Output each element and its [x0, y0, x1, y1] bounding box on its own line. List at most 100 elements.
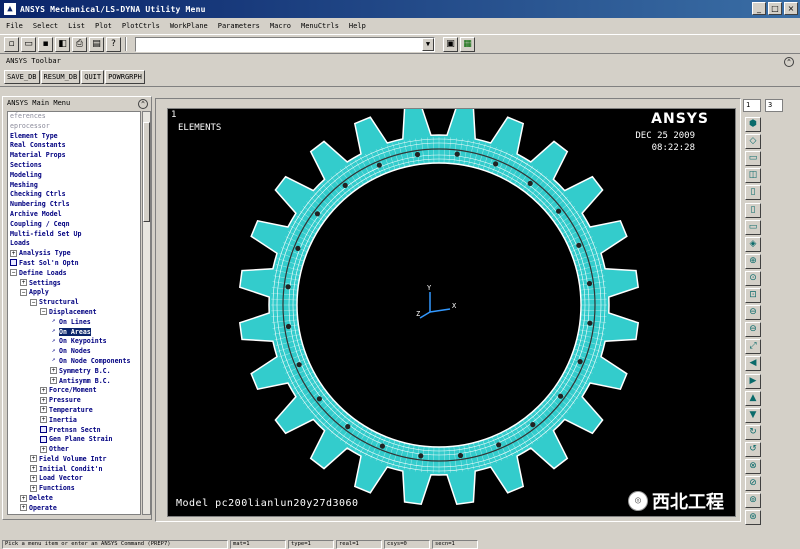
scrollbar-thumb[interactable] [143, 122, 150, 222]
tree-item[interactable]: Fast Sol'n Optn [8, 259, 140, 269]
tree-item[interactable]: − Apply [8, 288, 140, 298]
bottom-view-icon[interactable]: ▭ [745, 219, 761, 235]
expand-icon[interactable]: + [40, 386, 47, 394]
tree-item[interactable]: + Field Volume Intr [8, 455, 140, 465]
main-menu-collapse-icon[interactable]: ⌃ [138, 99, 148, 109]
collapse-icon[interactable]: − [30, 298, 37, 306]
tree-item[interactable]: ↗ On Node Components [8, 357, 140, 367]
tree-item[interactable]: Pretnsn Sectn [8, 426, 140, 436]
reset-picking-icon[interactable]: ▦ [460, 36, 475, 52]
tree-item[interactable]: + Symmetry B.C. [8, 367, 140, 377]
command-history-dropdown-icon[interactable]: ▼ [422, 37, 434, 51]
tree-item[interactable]: + Pressure [8, 396, 140, 406]
close-button[interactable]: × [784, 2, 798, 15]
tree-item[interactable]: + Initial Condit'n [8, 465, 140, 475]
tree-item[interactable]: + Delete [8, 494, 140, 504]
front-view-icon[interactable]: ◇ [745, 134, 761, 150]
menu-list[interactable]: List [68, 22, 85, 30]
tree-item[interactable]: Modeling [8, 171, 140, 181]
tree-item[interactable]: Element Type [8, 132, 140, 142]
tree-item[interactable]: + Antisymm B.C. [8, 377, 140, 387]
resum-db-button[interactable]: RESUM_DB [40, 70, 81, 84]
expand-icon[interactable]: + [50, 367, 57, 375]
powrgrph-button[interactable]: POWRGRPH [105, 70, 145, 84]
tree-item[interactable]: Archive Model [8, 210, 140, 220]
fit-icon[interactable]: ⤢ [745, 339, 761, 355]
tree-item[interactable]: + Other [8, 445, 140, 455]
tree-item[interactable]: Numbering Ctrls [8, 200, 140, 210]
view-select[interactable]: 3 [765, 99, 783, 112]
tree-item[interactable]: ↗ On Lines [8, 318, 140, 328]
report-icon[interactable]: ▤ [89, 36, 104, 52]
save-db-icon[interactable]: ◧ [55, 36, 70, 52]
tree-item[interactable]: Checking Ctrls [8, 190, 140, 200]
pan-down-icon[interactable]: ▼ [745, 407, 761, 423]
window-select[interactable]: 1 [743, 99, 761, 112]
new-file-icon[interactable]: ▫ [4, 36, 19, 52]
maximize-button[interactable]: □ [768, 2, 782, 15]
tree-item[interactable]: + Settings [8, 279, 140, 289]
rotate-x-icon[interactable]: ⊗ [745, 459, 761, 474]
graphics-window[interactable]: 1 ELEMENTS ANSYS DEC 25 2009 08:22:28 Mo… [167, 108, 736, 517]
save-db-button[interactable]: SAVE_DB [4, 70, 40, 84]
zoom-in-icon[interactable]: ⊕ [745, 253, 761, 269]
open-file-icon[interactable]: ▭ [21, 36, 36, 52]
menu-plotctrls[interactable]: PlotCtrls [122, 22, 160, 30]
pan-right-icon[interactable]: ▶ [745, 373, 761, 389]
rotate-y-icon[interactable]: ⊘ [745, 476, 761, 492]
tree-item[interactable]: ↗ On Nodes [8, 347, 140, 357]
box-zoom-icon[interactable]: ⊡ [745, 288, 761, 303]
menu-file[interactable]: File [6, 22, 23, 30]
tree-item[interactable]: Material Props [8, 151, 140, 161]
collapse-icon[interactable]: − [40, 308, 47, 316]
menu-macro[interactable]: Macro [270, 22, 291, 30]
right-view-icon[interactable]: ▯ [745, 185, 761, 201]
tree-item[interactable]: − Structural [8, 298, 140, 308]
expand-icon[interactable]: + [50, 377, 57, 385]
minimize-button[interactable]: _ [752, 2, 766, 15]
expand-icon[interactable]: + [40, 445, 47, 453]
top-view-icon[interactable]: ▭ [745, 151, 761, 167]
zoom-out-icon[interactable]: ⊖ [745, 322, 761, 338]
tree-item[interactable]: + Load Vector [8, 474, 140, 484]
raise-hidden-icon[interactable]: ▣ [443, 36, 458, 52]
ansys-toolbar-collapse-icon[interactable]: ⌃ [784, 57, 794, 67]
menu-workplane[interactable]: WorkPlane [170, 22, 208, 30]
quit-button[interactable]: QUIT [81, 70, 105, 84]
help-icon[interactable]: ? [106, 36, 121, 52]
rotate-ccw-icon[interactable]: ↺ [745, 441, 761, 457]
dynamic-mode-icon[interactable]: ⊛ [745, 510, 761, 526]
expand-icon[interactable]: + [10, 249, 17, 257]
pan-left-icon[interactable]: ◀ [745, 356, 761, 372]
expand-icon[interactable]: + [30, 455, 37, 463]
pan-up-icon[interactable]: ▲ [745, 390, 761, 406]
tree-item[interactable]: eprocessor [8, 122, 140, 132]
expand-icon[interactable]: + [30, 465, 37, 473]
tree-item[interactable]: ↗ On Keypoints [8, 337, 140, 347]
menu-menuctrls[interactable]: MenuCtrls [301, 22, 339, 30]
tree-item[interactable]: Sections [8, 161, 140, 171]
tree-item[interactable]: + Analysis Type [8, 249, 140, 259]
tree-item[interactable]: + Functions [8, 484, 140, 494]
rotate-z-icon[interactable]: ⊚ [745, 493, 761, 509]
tree-item[interactable]: Gen Plane Strain [8, 435, 140, 445]
back-view-icon[interactable]: ◫ [745, 168, 761, 184]
command-input[interactable]: ▼ [135, 36, 435, 52]
expand-icon[interactable]: + [40, 406, 47, 414]
rotate-cw-icon[interactable]: ↻ [745, 424, 761, 440]
tree-item[interactable]: + Operate [8, 504, 140, 514]
left-view-icon[interactable]: ▯ [745, 202, 761, 218]
ansys-app-icon[interactable]: ▲ [4, 3, 16, 15]
collapse-icon[interactable]: − [20, 288, 27, 296]
tree-item[interactable]: Multi-field Set Up [8, 230, 140, 240]
tree-item[interactable]: + Force/Moment [8, 386, 140, 396]
tree-item[interactable]: Coupling / Ceqn [8, 220, 140, 230]
tree-item[interactable]: + Temperature [8, 406, 140, 416]
tree-item[interactable]: eferences [8, 112, 140, 122]
tree-item[interactable]: − Displacement [8, 308, 140, 318]
tree-item[interactable]: Loads [8, 239, 140, 249]
tree-item[interactable]: Meshing [8, 181, 140, 191]
collapse-icon[interactable]: − [10, 269, 17, 277]
print-icon[interactable]: ⎙ [72, 36, 87, 52]
menu-parameters[interactable]: Parameters [218, 22, 260, 30]
